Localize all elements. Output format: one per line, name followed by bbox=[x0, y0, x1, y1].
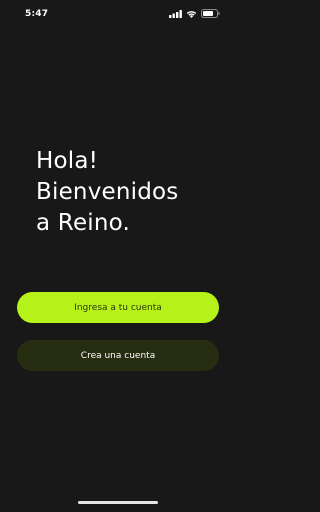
battery-icon bbox=[201, 9, 220, 18]
greeting-line-2: Bienvenidos bbox=[36, 179, 179, 205]
status-icons bbox=[169, 9, 220, 18]
status-bar: 5:47 bbox=[0, 0, 236, 28]
login-button[interactable]: Ingresa a tu cuenta bbox=[17, 292, 219, 323]
home-indicator bbox=[78, 501, 158, 504]
welcome-heading: Hola! Bienvenidos a Reino. bbox=[36, 146, 178, 239]
wifi-icon bbox=[186, 10, 197, 18]
signal-icon bbox=[169, 9, 182, 18]
welcome-screen: 5:47 Hola! Bienvenidos a Reino. Ingresa … bbox=[0, 0, 236, 512]
create-account-button[interactable]: Crea una cuenta bbox=[17, 340, 219, 371]
status-time: 5:47 bbox=[25, 9, 49, 19]
greeting-line-1: Hola! bbox=[36, 148, 99, 174]
greeting-line-3: a Reino. bbox=[36, 210, 131, 236]
